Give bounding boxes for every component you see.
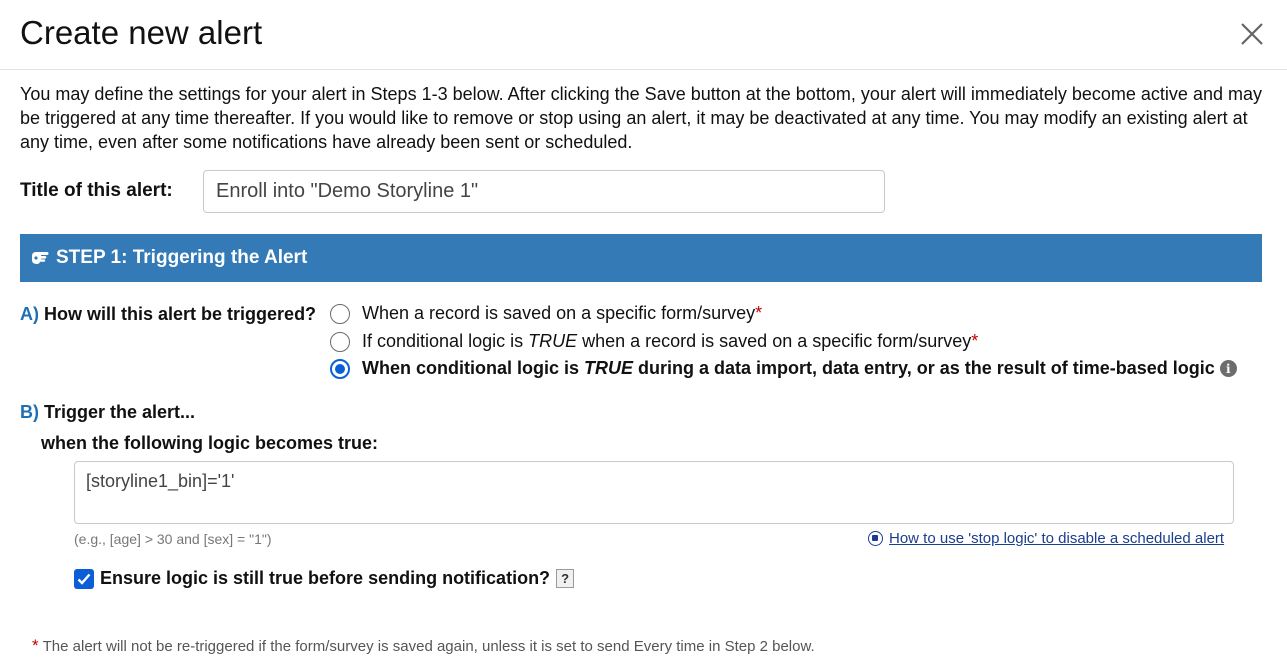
footnote: * The alert will not be re-triggered if t… <box>32 636 815 656</box>
dialog-title: Create new alert <box>20 14 263 51</box>
trigger-option-logic-on-save[interactable]: If conditional logic is TRUE when a reco… <box>330 331 978 352</box>
trigger-option-logic-any-time-label: When conditional logic is TRUE during a … <box>362 358 1215 378</box>
trigger-logic-input[interactable]: [storyline1_bin]='1' <box>74 461 1234 524</box>
hand-pointer-icon <box>30 249 50 267</box>
ensure-logic-label: Ensure logic is still true before sendin… <box>100 568 551 588</box>
stop-circle-icon <box>868 531 883 546</box>
trigger-logic-heading: B) Trigger the alert... <box>20 402 195 423</box>
trigger-logic-sublabel: when the following logic becomes true: <box>41 433 379 453</box>
alert-title-input[interactable] <box>203 170 885 213</box>
close-button[interactable] <box>1236 18 1268 50</box>
intro-text: You may define the settings for your ale… <box>20 84 1262 152</box>
alert-title-label: Title of this alert: <box>20 180 173 201</box>
dialog-header: Create new alert <box>0 0 1287 70</box>
close-icon <box>1241 23 1263 45</box>
trigger-method-question-text: How will this alert be triggered? <box>44 304 317 324</box>
help-question-icon[interactable]: ? <box>556 569 575 588</box>
trigger-option-form-save[interactable]: When a record is saved on a specific for… <box>330 303 762 324</box>
trigger-method-question: A) How will this alert be triggered? <box>20 304 316 325</box>
footnote-text: The alert will not be re-triggered if th… <box>42 638 815 655</box>
trigger-logic-heading-text: Trigger the alert... <box>44 402 196 422</box>
step1-header: STEP 1: Triggering the Alert <box>20 234 1262 282</box>
radio-logic-any-time[interactable] <box>330 358 350 379</box>
trigger-option-logic-on-save-label: If conditional logic is TRUE when a reco… <box>362 331 979 351</box>
radio-logic-on-save[interactable] <box>330 331 350 352</box>
ensure-logic-row: Ensure logic is still true before sendin… <box>74 568 575 589</box>
stop-logic-help-link-label: How to use 'stop logic' to disable a sch… <box>889 530 1225 547</box>
section-b-letter: B) <box>20 402 39 422</box>
radio-form-save[interactable] <box>330 303 350 324</box>
info-icon[interactable]: i <box>1219 360 1237 377</box>
ensure-logic-checkbox[interactable] <box>74 568 94 589</box>
trigger-option-form-save-label: When a record is saved on a specific for… <box>362 303 763 323</box>
section-a-letter: A) <box>20 304 39 324</box>
stop-logic-help-link[interactable]: How to use 'stop logic' to disable a sch… <box>868 530 1224 547</box>
checkmark-icon <box>77 573 91 585</box>
logic-example-text: (e.g., [age] > 30 and [sex] = "1") <box>74 531 272 547</box>
step1-header-label: STEP 1: Triggering the Alert <box>56 247 308 268</box>
trigger-option-logic-any-time[interactable]: When conditional logic is TRUE during a … <box>330 358 1237 379</box>
footnote-star: * <box>32 636 39 655</box>
